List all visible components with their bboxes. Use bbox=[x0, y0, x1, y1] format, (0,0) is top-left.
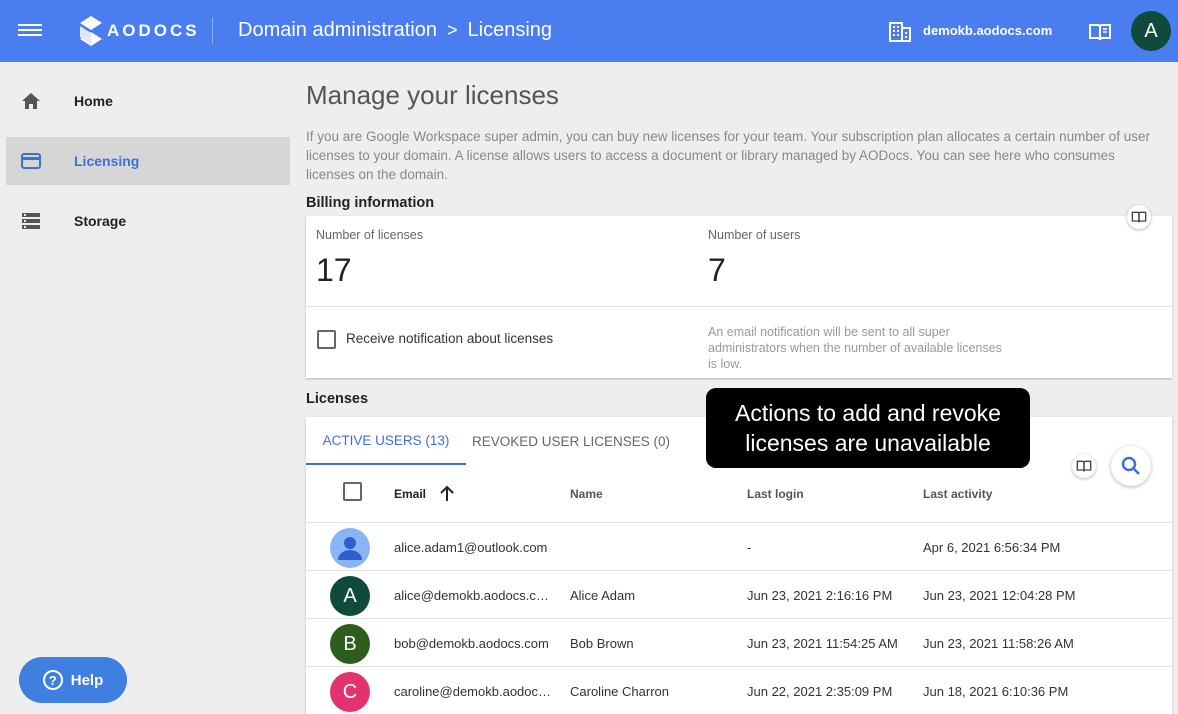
licenses-docs-button[interactable] bbox=[1072, 454, 1096, 478]
generic-user-avatar-icon bbox=[330, 528, 370, 568]
column-header-email[interactable]: Email bbox=[394, 487, 426, 501]
table-row[interactable]: B bob@demokb.aodocs.com Bob Brown Jun 23… bbox=[306, 618, 1172, 666]
user-avatar[interactable]: A bbox=[1131, 11, 1171, 51]
table-row[interactable]: alice.adam1@outlook.com - Apr 6, 2021 6:… bbox=[306, 522, 1172, 570]
sidebar-item-label: Home bbox=[74, 93, 113, 109]
column-header-last-login[interactable]: Last login bbox=[747, 487, 804, 501]
hamburger-menu-icon[interactable] bbox=[18, 21, 42, 41]
storage-icon bbox=[22, 213, 40, 229]
aodocs-logo[interactable]: AODOCS bbox=[78, 14, 200, 48]
sidebar-item-storage[interactable]: Storage bbox=[6, 197, 290, 245]
aodocs-logo-icon bbox=[80, 16, 102, 46]
row-last-login: Jun 22, 2021 2:35:09 PM bbox=[747, 684, 893, 699]
row-last-login: - bbox=[747, 540, 752, 555]
row-email: alice.adam1@outlook.com bbox=[394, 540, 548, 555]
sidebar-item-home[interactable]: Home bbox=[6, 77, 290, 125]
divider bbox=[306, 306, 1172, 307]
row-last-activity: Apr 6, 2021 6:56:34 PM bbox=[923, 540, 1061, 555]
top-app-bar: AODOCS Domain administration > Licensing… bbox=[0, 0, 1178, 62]
users-label: Number of users bbox=[708, 228, 801, 242]
help-button[interactable]: ? Help bbox=[19, 657, 127, 703]
breadcrumb: Domain administration > Licensing bbox=[238, 19, 552, 42]
row-last-login: Jun 23, 2021 2:16:16 PM bbox=[747, 588, 893, 603]
sidebar-item-label: Storage bbox=[74, 213, 127, 229]
row-name: Bob Brown bbox=[570, 636, 634, 651]
row-name: Alice Adam bbox=[570, 588, 636, 603]
book-icon bbox=[1131, 211, 1147, 223]
row-last-activity: Jun 18, 2021 6:10:36 PM bbox=[923, 684, 1069, 699]
billing-docs-button[interactable] bbox=[1127, 205, 1151, 229]
documentation-book-icon[interactable] bbox=[1088, 22, 1112, 42]
billing-card: Number of licenses 17 Number of users 7 … bbox=[306, 216, 1172, 378]
tab-active-users[interactable]: ACTIVE USERS (13) bbox=[306, 417, 466, 465]
home-icon bbox=[22, 93, 40, 109]
logo-text: AODOCS bbox=[107, 21, 200, 40]
breadcrumb-current: Licensing bbox=[467, 19, 553, 41]
row-name: Caroline Charron bbox=[570, 684, 669, 699]
billing-heading: Billing information bbox=[306, 195, 435, 211]
licenses-value: 17 bbox=[316, 252, 352, 288]
row-email: caroline@demokb.aodocs… bbox=[394, 684, 556, 699]
table-row[interactable]: A alice@demokb.aodocs.co… Alice Adam Jun… bbox=[306, 570, 1172, 618]
domain-building-icon bbox=[889, 22, 911, 42]
chevron-right-icon: > bbox=[446, 20, 458, 40]
user-avatar: B bbox=[330, 624, 370, 664]
sidebar-item-licensing[interactable]: Licensing bbox=[6, 137, 290, 185]
help-label: Help bbox=[70, 671, 104, 689]
sidebar: Home Licensing Storage bbox=[0, 62, 296, 714]
topbar-divider bbox=[212, 18, 213, 44]
help-circle-icon: ? bbox=[42, 670, 63, 690]
domain-name[interactable]: demokb.aodocs.com bbox=[923, 23, 1052, 38]
sidebar-item-label: Licensing bbox=[74, 153, 140, 169]
user-avatar: C bbox=[330, 672, 370, 712]
unavailable-actions-tooltip: Actions to add and revoke licenses are u… bbox=[706, 388, 1030, 468]
column-header-last-activity[interactable]: Last activity bbox=[923, 487, 992, 501]
licenses-heading: Licenses bbox=[306, 391, 369, 407]
intro-text: If you are Google Workspace super admin,… bbox=[306, 129, 1150, 182]
book-icon bbox=[1076, 460, 1092, 472]
notification-checkbox[interactable] bbox=[317, 330, 336, 349]
notification-label[interactable]: Receive notification about licenses bbox=[346, 331, 553, 346]
user-avatar: A bbox=[330, 576, 370, 616]
sort-ascending-arrow-icon[interactable] bbox=[438, 484, 456, 502]
users-value: 7 bbox=[708, 252, 726, 288]
table-row[interactable]: C caroline@demokb.aodocs… Caroline Charr… bbox=[306, 666, 1172, 714]
row-last-activity: Jun 23, 2021 11:58:26 AM bbox=[923, 636, 1074, 651]
row-email: alice@demokb.aodocs.co… bbox=[394, 588, 556, 603]
tab-revoked-licenses[interactable]: REVOKED USER LICENSES (0) bbox=[466, 417, 676, 465]
page-title: Manage your licenses bbox=[306, 80, 559, 110]
row-email: bob@demokb.aodocs.com bbox=[394, 636, 549, 651]
credit-card-icon bbox=[21, 153, 41, 169]
column-header-name[interactable]: Name bbox=[570, 487, 603, 501]
row-last-activity: Jun 23, 2021 12:04:28 PM bbox=[923, 588, 1076, 603]
row-last-login: Jun 23, 2021 11:54:25 AM bbox=[747, 636, 898, 651]
breadcrumb-parent[interactable]: Domain administration bbox=[238, 19, 437, 42]
select-all-checkbox[interactable] bbox=[343, 482, 362, 501]
search-button[interactable] bbox=[1111, 446, 1151, 486]
search-icon bbox=[1121, 456, 1140, 475]
licenses-label: Number of licenses bbox=[316, 228, 423, 242]
notification-help-text: An email notification will be sent to al… bbox=[708, 325, 1002, 371]
